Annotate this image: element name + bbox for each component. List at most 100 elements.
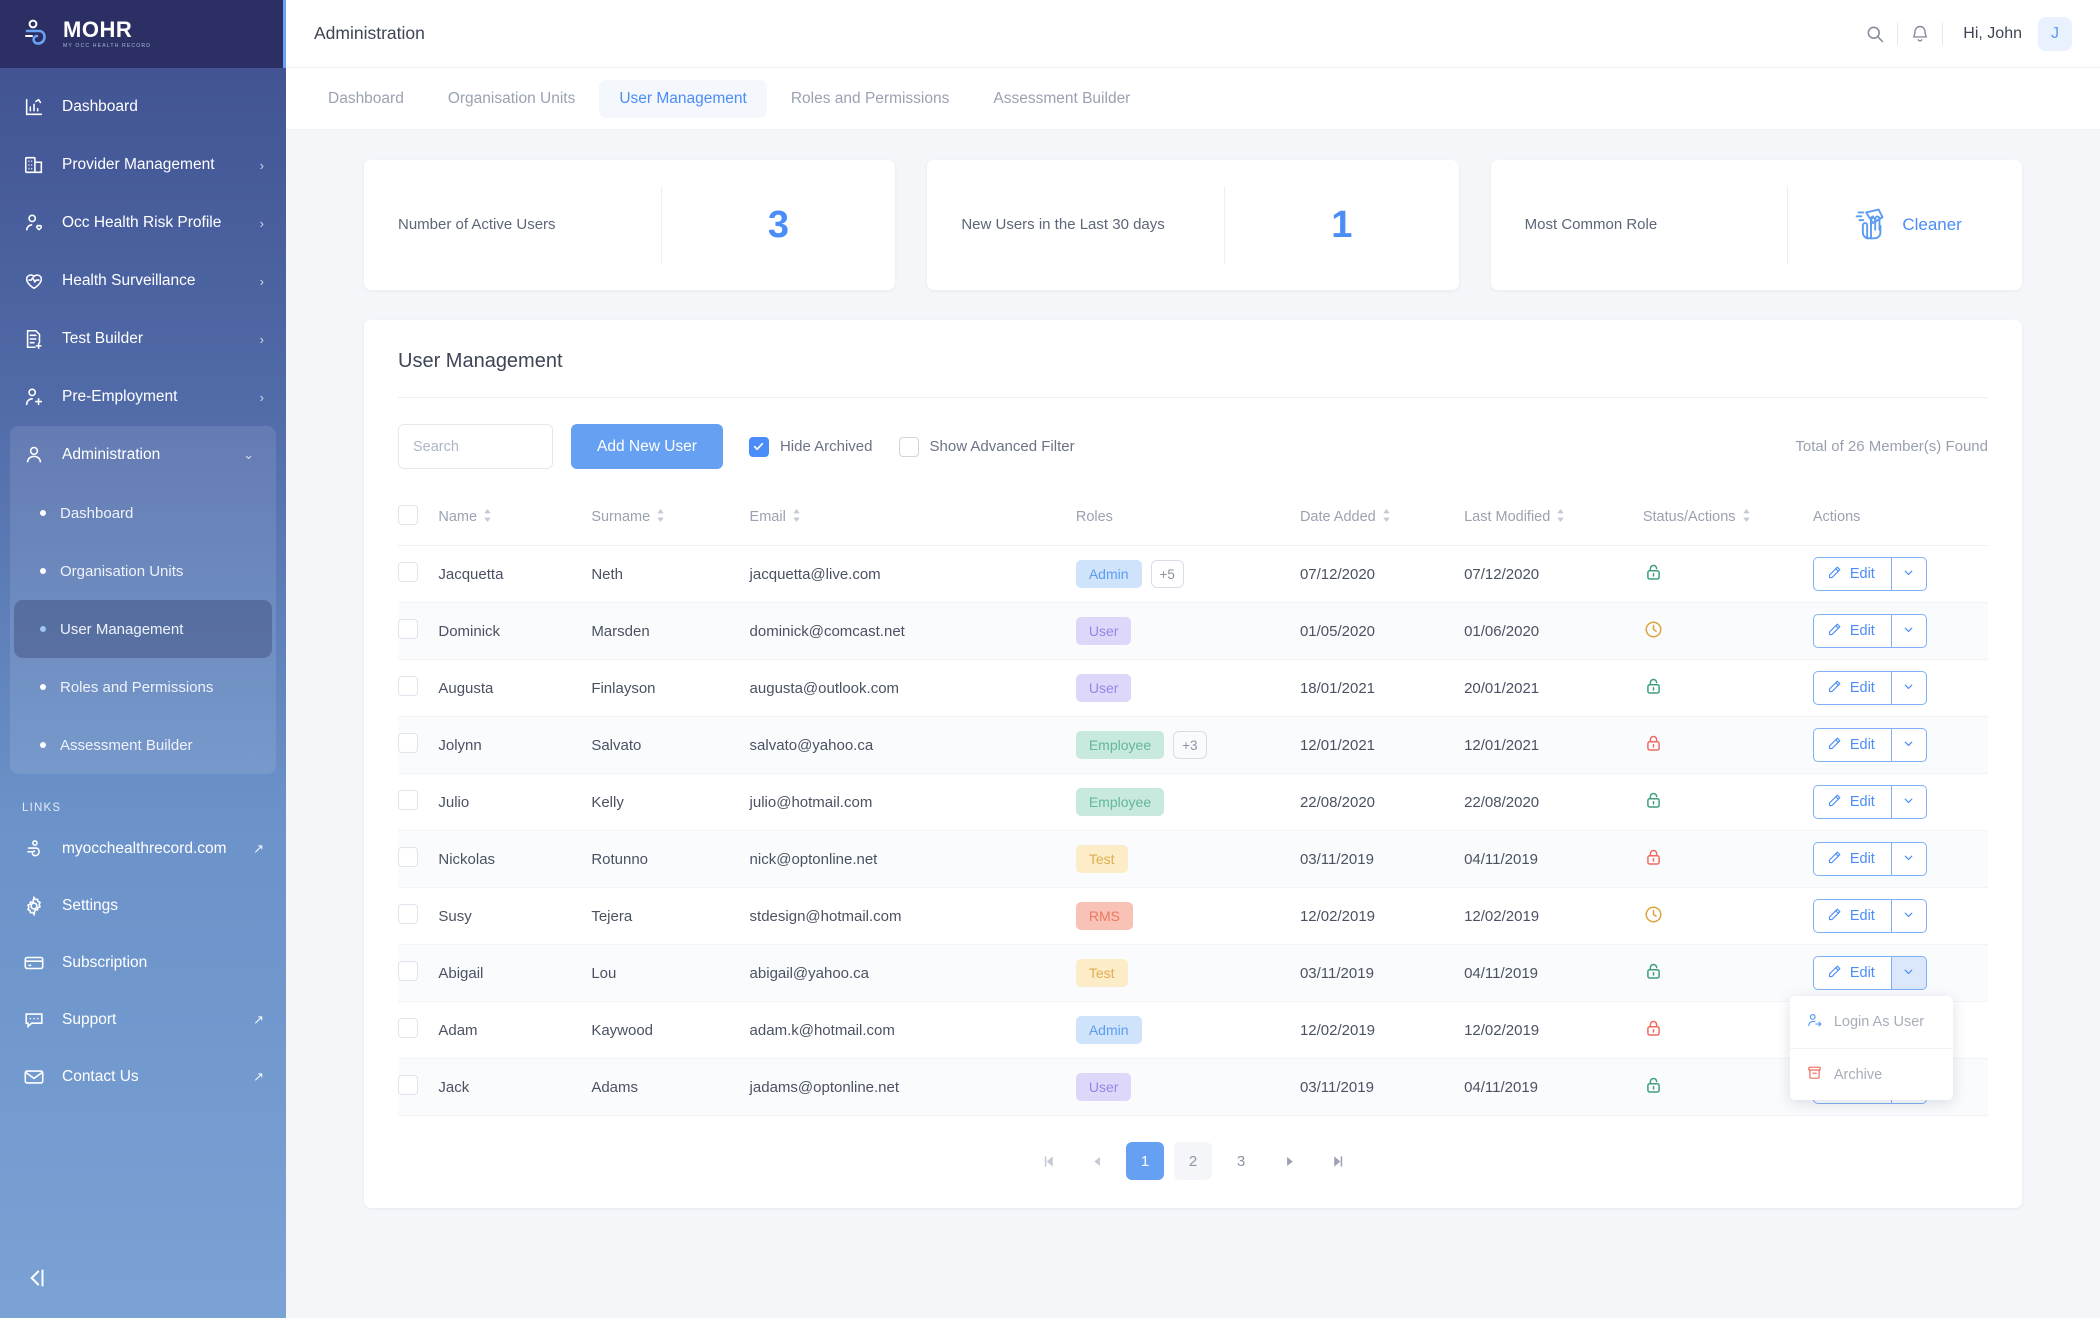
row-actions-dropdown-toggle[interactable] [1890,842,1927,876]
menu-item-archive[interactable]: Archive [1789,1048,1953,1100]
table-row[interactable]: Augusta Finlayson augusta@outlook.com User 1… [398,659,1988,717]
row-select-cell[interactable] [398,773,439,831]
row-select-cell[interactable] [398,602,439,660]
row-checkbox[interactable] [398,733,418,753]
column-header-last-modified[interactable]: Last Modified [1464,491,1643,546]
sidebar-subitem-dashboard[interactable]: Dashboard [14,484,272,542]
tab-organisation-units[interactable]: Organisation Units [428,80,596,118]
row-checkbox[interactable] [398,904,418,924]
avatar[interactable]: J [2038,16,2072,51]
column-header-date-added[interactable]: Date Added [1299,491,1465,546]
sidebar-link-settings[interactable]: Settings [0,877,286,934]
row-select-cell[interactable] [398,1058,439,1116]
row-checkbox[interactable] [398,790,418,810]
table-row[interactable]: Abigail Lou abigail@yahoo.ca Test 03/11/2019… [398,944,1988,1100]
sidebar-item-dashboard[interactable]: Dashboard [0,78,286,136]
sidebar-link-contact-us[interactable]: Contact Us ↗ [0,1048,286,1105]
edit-button[interactable]: Edit [1812,728,1891,762]
row-checkbox[interactable] [398,676,418,696]
tab-assessment-builder[interactable]: Assessment Builder [973,80,1150,118]
row-actions-dropdown-toggle[interactable] [1890,557,1927,591]
row-checkbox[interactable] [398,619,418,639]
row-select-cell[interactable] [398,716,439,774]
row-checkbox[interactable] [398,961,418,981]
sidebar-subitem-user-management[interactable]: User Management [14,600,272,658]
table-row[interactable]: Adam Kaywood adam.k@hotmail.com Admin 12/02/… [398,1001,1988,1059]
page-button-1[interactable]: 1 [1126,1142,1164,1180]
sidebar-item-administration[interactable]: Administration ⌄ [10,426,276,484]
tab-dashboard[interactable]: Dashboard [308,80,424,118]
column-header-email[interactable]: Email [749,491,1076,546]
row-actions-dropdown-toggle[interactable] [1890,614,1927,648]
row-select-cell[interactable] [398,887,439,945]
sidebar-item-test-builder[interactable]: Test Builder › [0,310,286,368]
page-button-3[interactable]: 3 [1222,1142,1260,1180]
row-select-cell[interactable] [398,659,439,717]
row-select-cell[interactable] [398,944,439,1002]
row-checkbox[interactable] [398,847,418,867]
extra-roles-chip[interactable]: +5 [1150,560,1184,589]
table-row[interactable]: Jolynn Salvato salvato@yahoo.ca Employee +3 1… [398,716,1988,774]
table-row[interactable]: Nickolas Rotunno nick@optonline.net Test 03/… [398,830,1988,888]
row-actions-dropdown-toggle[interactable] [1890,671,1927,705]
table-row[interactable]: Susy Tejera stdesign@hotmail.com RMS 12/02/2… [398,887,1988,945]
collapse-sidebar-icon[interactable] [20,1262,52,1294]
last-page-icon[interactable] [1318,1142,1356,1180]
sidebar-link-myocchealthrecord[interactable]: myocchealthrecord.com ↗ [0,820,286,877]
menu-item-login-as-user[interactable]: Login As User [1790,996,1953,1048]
row-actions-dropdown-toggle[interactable] [1890,785,1927,819]
edit-button[interactable]: Edit [1812,557,1891,591]
row-checkbox[interactable] [398,562,418,582]
sidebar-item-occ-health-risk-profile[interactable]: Occ Health Risk Profile › [0,194,286,252]
next-page-icon[interactable] [1270,1142,1308,1180]
prev-page-icon[interactable] [1078,1142,1116,1180]
row-select-cell[interactable] [398,545,439,603]
row-select-cell[interactable] [398,1001,439,1059]
sidebar-link-support[interactable]: Support ↗ [0,991,286,1048]
sidebar-link-subscription[interactable]: Subscription [0,934,286,991]
row-actions-dropdown-toggle[interactable] [1890,899,1927,933]
row-checkbox[interactable] [398,1018,418,1038]
row-actions-dropdown-toggle[interactable] [1890,728,1927,762]
edit-button[interactable]: Edit [1812,614,1891,648]
first-page-icon[interactable] [1030,1142,1068,1180]
edit-button[interactable]: Edit [1812,842,1891,876]
edit-button[interactable]: Edit [1812,671,1891,705]
sidebar-item-pre-employment[interactable]: Pre-Employment › [0,368,286,426]
edit-button[interactable]: Edit [1812,785,1891,819]
table-row[interactable]: Jacquetta Neth jacquetta@live.com Admin +5 07… [398,545,1988,603]
page-button-2[interactable]: 2 [1174,1142,1212,1180]
table-row[interactable]: Jack Adams jadams@optonline.net User 03/11/2… [398,1058,1988,1116]
column-header-name[interactable]: Name [438,491,592,546]
search-input[interactable] [399,425,552,468]
edit-button[interactable]: Edit [1812,956,1891,990]
row-actions-dropdown-toggle[interactable] [1890,956,1927,990]
hide-archived-checkbox[interactable]: Hide Archived [748,436,873,457]
sidebar-item-provider-management[interactable]: Provider Management › [0,136,286,194]
row-checkbox[interactable] [398,1075,418,1095]
sidebar-subitem-organisation-units[interactable]: Organisation Units [14,542,272,600]
search-icon[interactable] [1853,12,1897,56]
column-header-surname[interactable]: Surname [591,491,750,546]
show-advanced-filter-checkbox[interactable]: Show Advanced Filter [898,436,1075,457]
table-row[interactable]: Dominick Marsden dominick@comcast.net User 0… [398,602,1988,660]
select-all-checkbox[interactable] [398,505,418,525]
sidebar-item-health-surveillance[interactable]: Health Surveillance › [0,252,286,310]
notification-bell-icon[interactable] [1898,12,1942,56]
sidebar-subitem-roles-and-permissions[interactable]: Roles and Permissions [14,658,272,716]
stat-card-most-common-role: Most Common Role Cleaner [1490,160,2022,290]
sidebar-subitem-assessment-builder[interactable]: Assessment Builder [14,716,272,774]
cell-actions: Edit [1812,659,1988,717]
table-row[interactable]: Julio Kelly julio@hotmail.com Employee 22/08… [398,773,1988,831]
extra-roles-chip[interactable]: +3 [1173,731,1207,760]
add-new-user-button[interactable]: Add New User [571,424,723,469]
brand-logo[interactable]: MOHR MY OCC HEALTH RECORD [0,0,286,68]
tab-roles-and-permissions[interactable]: Roles and Permissions [771,80,970,118]
checkbox-label: Show Advanced Filter [929,438,1075,455]
edit-button[interactable]: Edit [1812,899,1891,933]
column-header-status-actions[interactable]: Status/Actions [1642,491,1813,546]
tab-user-management[interactable]: User Management [599,79,767,118]
cell-actions: Edit Login As User Archive [1789,944,1988,1100]
row-select-cell[interactable] [398,830,439,888]
select-all-header[interactable] [398,491,439,546]
